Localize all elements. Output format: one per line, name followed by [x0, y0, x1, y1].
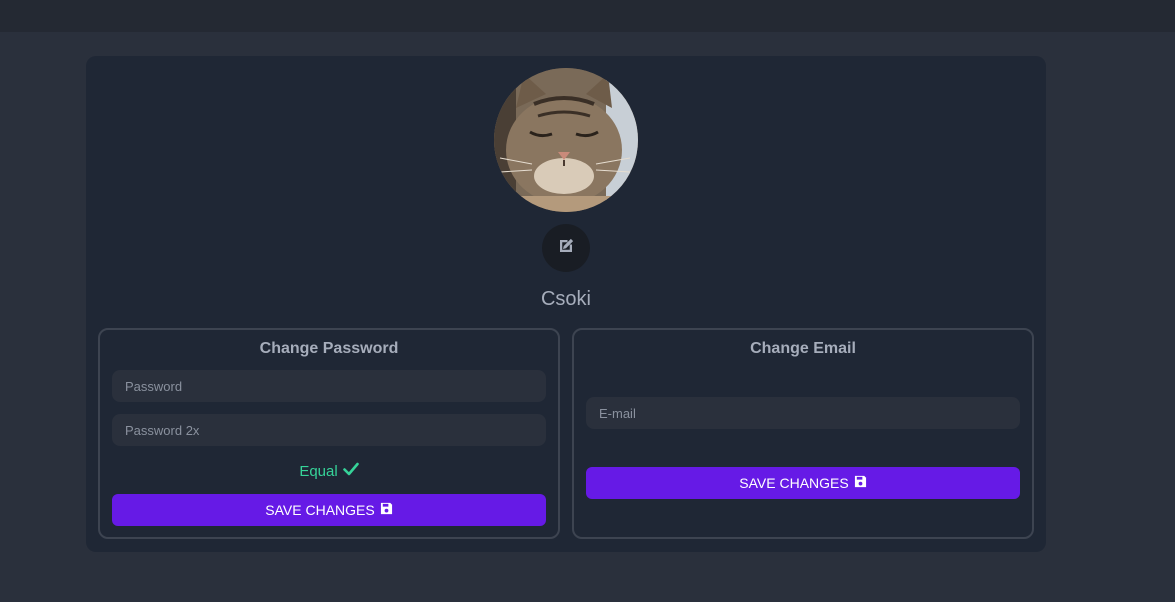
pen-to-square-icon	[557, 237, 575, 260]
password-match-status: Equal	[100, 462, 558, 480]
save-email-button[interactable]: SAVE CHANGES	[586, 467, 1020, 499]
email-input[interactable]	[586, 397, 1020, 429]
save-email-label: SAVE CHANGES	[739, 475, 849, 491]
username-label: Csoki	[540, 288, 591, 310]
change-email-panel: Change Email SAVE CHANGES	[572, 328, 1034, 539]
edit-avatar-button[interactable]	[542, 224, 590, 272]
floppy-disk-icon	[854, 475, 867, 491]
profile-card: Csoki Change Password Equal SAVE CHANGES	[86, 56, 1046, 552]
password-match-label: Equal	[299, 462, 338, 480]
check-icon	[342, 462, 359, 480]
password-input[interactable]	[112, 370, 546, 402]
save-password-label: SAVE CHANGES	[265, 502, 375, 518]
change-email-title: Change Email	[750, 340, 856, 357]
floppy-disk-icon	[380, 502, 393, 518]
save-password-button[interactable]: SAVE CHANGES	[112, 494, 546, 526]
avatar	[494, 68, 638, 212]
password-repeat-input[interactable]	[112, 414, 546, 446]
change-password-title: Change Password	[259, 340, 399, 357]
change-password-panel: Change Password Equal SAVE CHANGES	[98, 328, 560, 539]
top-navbar	[0, 0, 1175, 32]
